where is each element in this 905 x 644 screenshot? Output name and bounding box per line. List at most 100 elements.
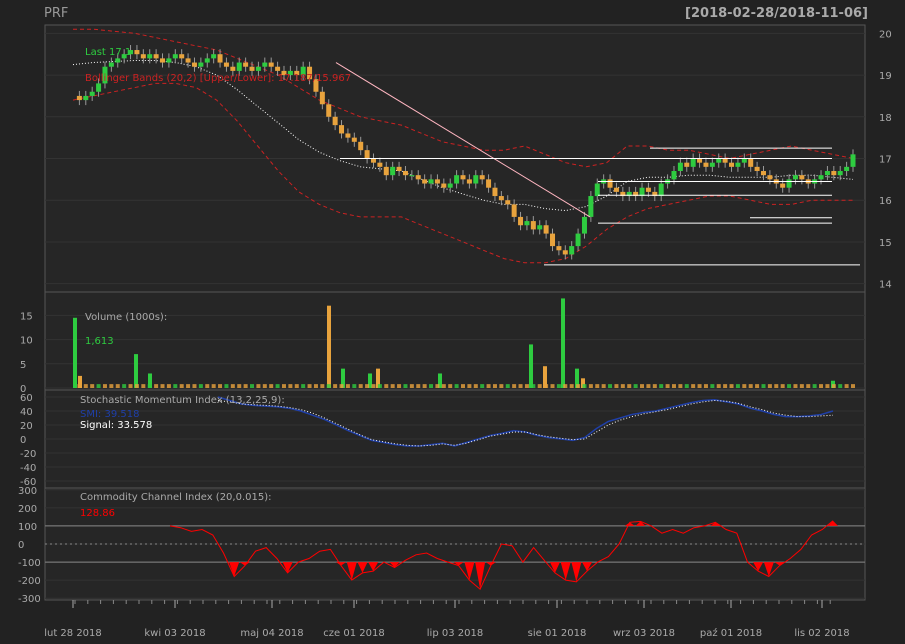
volume-bar (588, 384, 593, 388)
smi-tick-label: 20 (20, 421, 33, 432)
price-tick-label: 16 (879, 196, 892, 207)
volume-bar (851, 384, 855, 388)
candle-body (671, 171, 677, 180)
candle-body (160, 58, 166, 63)
candle-body (351, 137, 357, 142)
candle-body (799, 175, 805, 180)
candle-body (760, 171, 766, 176)
candle-body (223, 62, 229, 67)
candle-body (204, 58, 210, 63)
candle-body (422, 179, 428, 184)
volume-bar (409, 384, 414, 388)
volume-bar (269, 384, 274, 388)
smi-value: SMI: 39.518 (80, 409, 139, 420)
volume-bar (831, 384, 836, 388)
chart-svg: 20 19 18 17 16 15 14 Last 17.1 Bollinger Bands (… (18, 24, 892, 639)
candle-body (402, 171, 408, 176)
candle-body (390, 166, 396, 176)
smi-tick-label: -20 (20, 449, 36, 460)
bbands-legend-label: Bollinger Bands (20,2) [Upper/Lower]: 17… (85, 73, 351, 84)
volume-bar (703, 384, 708, 388)
candle-body (754, 166, 760, 172)
date-range: [2018-02-28/2018-11-06] (685, 6, 868, 21)
volume-bar (147, 384, 152, 388)
volume-bar (96, 384, 101, 388)
volume-bar (205, 384, 210, 388)
candle-body (729, 162, 735, 167)
candle-body (831, 171, 837, 176)
volume-bar (371, 384, 376, 388)
candle-body (262, 62, 268, 67)
x-axis-label: maj 04 2018 (240, 628, 303, 639)
candle-body (748, 158, 754, 167)
candle-body (486, 179, 492, 188)
candle-body (709, 162, 715, 167)
candle-body (255, 66, 261, 71)
candle-body (415, 175, 421, 180)
candle-body (230, 66, 236, 71)
last-price-label: Last 17.1 (85, 47, 131, 58)
cci-tick-label: -300 (18, 594, 41, 605)
candle-body (498, 196, 504, 201)
volume-bar (90, 384, 95, 388)
candle-body (492, 187, 498, 197)
candle-body (166, 58, 172, 63)
candle-body (96, 83, 102, 92)
volume-bar (710, 384, 715, 388)
x-axis-label: wrz 03 2018 (613, 628, 675, 639)
volume-bar (262, 384, 267, 388)
candle-body (613, 187, 619, 192)
volume-bar (281, 384, 286, 388)
candle-body (607, 179, 613, 188)
x-axis-label: cze 01 2018 (323, 628, 384, 639)
smi-label: Stochastic Momentum Index (13,2,25,9): (80, 395, 285, 406)
volume-bar (486, 384, 491, 388)
volume-bar (320, 384, 325, 388)
volume-bar (288, 384, 293, 388)
candle-body (505, 200, 511, 205)
volume-bar (403, 384, 408, 388)
volume-bar (250, 384, 255, 388)
volume-bar (529, 344, 533, 388)
x-axis-label: paź 01 2018 (700, 627, 762, 639)
volume-bar (524, 384, 529, 388)
x-axis-label: sie 01 2018 (528, 628, 587, 639)
candle-body (441, 183, 447, 188)
volume-bar (211, 384, 216, 388)
volume-bar (819, 384, 824, 388)
candle-body (364, 150, 370, 159)
candle-body (217, 54, 223, 63)
volume-bar (735, 384, 740, 388)
volume-bar (614, 384, 619, 388)
candle-body (236, 62, 242, 71)
volume-bar (512, 384, 517, 388)
candle-body (581, 216, 587, 234)
volume-bar (377, 384, 382, 388)
volume-bar (230, 384, 235, 388)
volume-bar (77, 384, 82, 388)
candle-body (741, 158, 747, 163)
volume-bar (480, 384, 485, 388)
candle-body (185, 58, 191, 63)
volume-bar (345, 384, 350, 388)
volume-bar (307, 384, 312, 388)
volume-bar (755, 384, 760, 388)
volume-bar (333, 384, 338, 388)
candle-body (677, 162, 683, 172)
candle-body (76, 95, 82, 101)
volume-bar (192, 384, 197, 388)
price-tick-label: 19 (879, 71, 892, 82)
candle-body (703, 162, 709, 167)
volume-bar (582, 384, 587, 388)
candle-body (837, 171, 843, 176)
volume-bar (218, 384, 223, 388)
candle-body (594, 183, 600, 197)
candle-body (511, 204, 517, 217)
candle-body (780, 183, 786, 188)
volume-bar (435, 384, 440, 388)
candle-body (332, 116, 338, 126)
volume-bar (678, 384, 683, 388)
volume-bar (467, 384, 472, 388)
candle-body (211, 54, 217, 59)
candle-body (249, 66, 255, 71)
